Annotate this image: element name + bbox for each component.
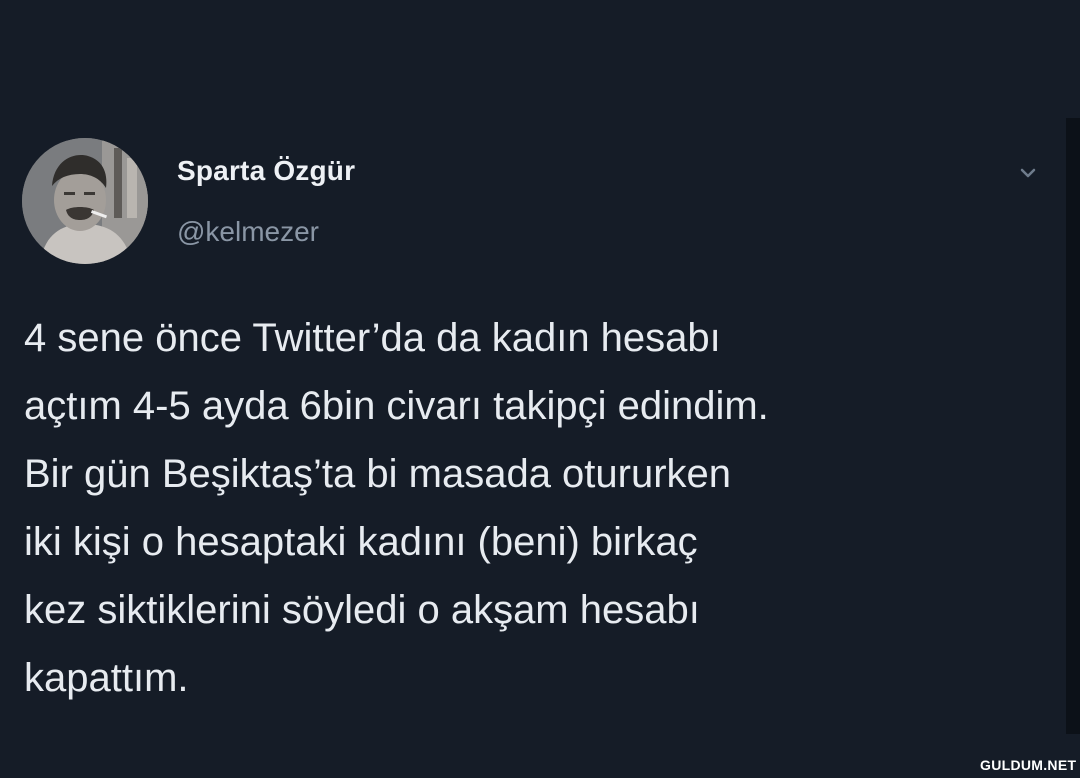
tweet-card: Sparta Özgür @kelmezer 4 sene önce Twitt…	[0, 0, 1080, 778]
author-handle[interactable]: @kelmezer	[177, 216, 319, 248]
watermark: GULDUM.NET	[980, 757, 1077, 773]
author-name[interactable]: Sparta Özgür	[177, 155, 355, 187]
image-edge-shadow	[1066, 118, 1080, 734]
chevron-down-icon[interactable]	[1014, 162, 1042, 184]
tweet-text: 4 sene önce Twitter’da da kadın hesabı a…	[24, 316, 769, 700]
avatar[interactable]	[22, 138, 148, 264]
avatar-photo-icon	[22, 138, 148, 264]
